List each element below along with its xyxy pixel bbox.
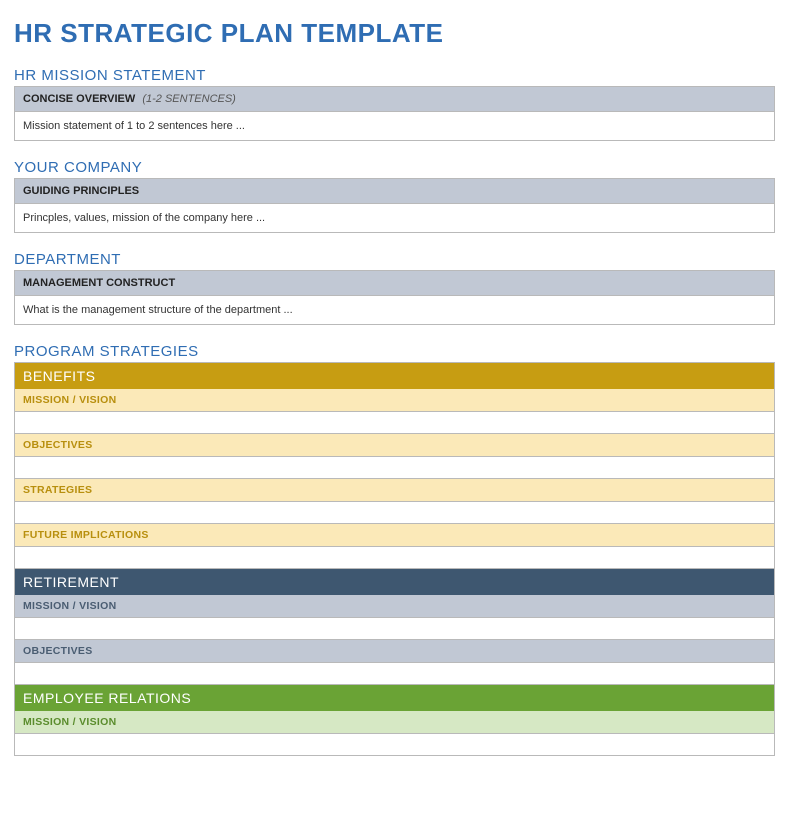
employee-heading: EMPLOYEE RELATIONS bbox=[14, 685, 775, 711]
mission-box-header: CONCISE OVERVIEW (1-2 SENTENCES) bbox=[15, 87, 774, 112]
retirement-input-objectives[interactable] bbox=[14, 663, 775, 685]
benefits-row-future: FUTURE IMPLICATIONS bbox=[14, 524, 775, 547]
company-box-header: GUIDING PRINCIPLES bbox=[15, 179, 774, 204]
benefits-input-mission[interactable] bbox=[14, 412, 775, 434]
benefits-heading: BENEFITS bbox=[14, 362, 775, 389]
department-box: MANAGEMENT CONSTRUCT What is the managem… bbox=[14, 270, 775, 325]
benefits-input-objectives[interactable] bbox=[14, 457, 775, 479]
department-body[interactable]: What is the management structure of the … bbox=[15, 296, 774, 324]
retirement-row-mission: MISSION / VISION bbox=[14, 595, 775, 618]
retirement-input-mission[interactable] bbox=[14, 618, 775, 640]
mission-box: CONCISE OVERVIEW (1-2 SENTENCES) Mission… bbox=[14, 86, 775, 141]
mission-hint: (1-2 SENTENCES) bbox=[142, 93, 236, 105]
mission-body[interactable]: Mission statement of 1 to 2 sentences he… bbox=[15, 112, 774, 140]
company-body[interactable]: Princples, values, mission of the compan… bbox=[15, 204, 774, 232]
mission-label: CONCISE OVERVIEW bbox=[23, 93, 135, 105]
company-label: GUIDING PRINCIPLES bbox=[23, 185, 139, 197]
section-heading-company: YOUR COMPANY bbox=[14, 159, 775, 176]
benefits-row-strategies: STRATEGIES bbox=[14, 479, 775, 502]
retirement-heading: RETIREMENT bbox=[14, 569, 775, 595]
section-heading-program: PROGRAM STRATEGIES bbox=[14, 343, 775, 360]
page-title: HR STRATEGIC PLAN TEMPLATE bbox=[14, 18, 775, 49]
section-heading-mission: HR MISSION STATEMENT bbox=[14, 67, 775, 84]
section-heading-department: DEPARTMENT bbox=[14, 251, 775, 268]
benefits-input-future[interactable] bbox=[14, 547, 775, 569]
benefits-input-strategies[interactable] bbox=[14, 502, 775, 524]
department-box-header: MANAGEMENT CONSTRUCT bbox=[15, 271, 774, 296]
benefits-row-mission: MISSION / VISION bbox=[14, 389, 775, 412]
retirement-row-objectives: OBJECTIVES bbox=[14, 640, 775, 663]
department-label: MANAGEMENT CONSTRUCT bbox=[23, 277, 175, 289]
benefits-row-objectives: OBJECTIVES bbox=[14, 434, 775, 457]
employee-row-mission: MISSION / VISION bbox=[14, 711, 775, 734]
employee-input-mission[interactable] bbox=[14, 734, 775, 756]
company-box: GUIDING PRINCIPLES Princples, values, mi… bbox=[14, 178, 775, 233]
